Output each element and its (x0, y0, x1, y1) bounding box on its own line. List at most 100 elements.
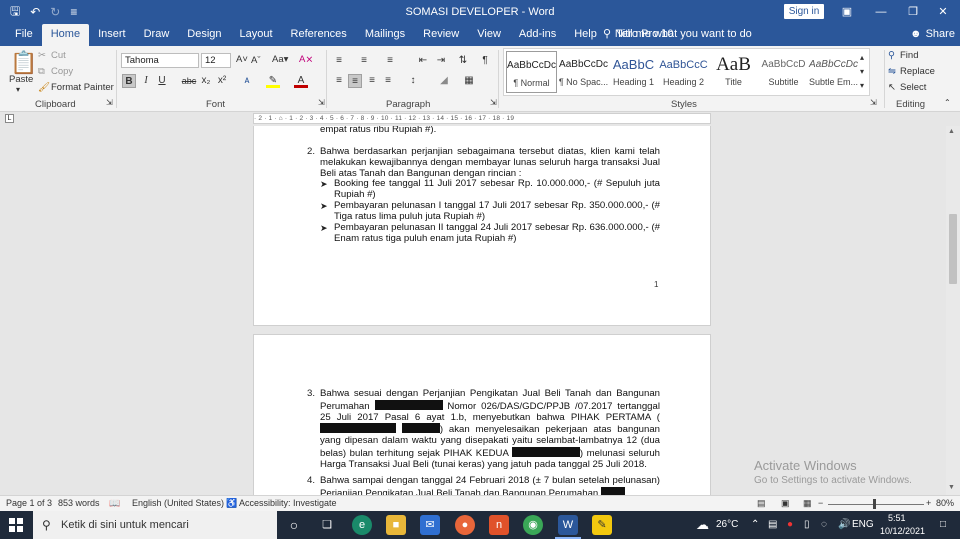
zoom-level[interactable]: 80% (936, 498, 954, 508)
format-painter-button[interactable]: Format Painter (51, 82, 114, 93)
paste-button[interactable]: Paste (9, 74, 33, 85)
web-layout-icon[interactable]: ▦ (803, 498, 812, 509)
document-canvas[interactable]: empat ratus ribu Rupiah #). 2. Bahwa ber… (0, 126, 946, 495)
strikethrough-button[interactable]: abc (180, 74, 198, 88)
save-icon[interactable]: 🖫 (10, 2, 20, 23)
style-subtitle[interactable]: AaBbCcD Subtitle (758, 51, 809, 93)
zoom-out-icon[interactable]: − (818, 498, 823, 508)
antivirus-icon[interactable]: ● (787, 511, 793, 539)
dialog-launcher-icon[interactable]: ⇲ (870, 98, 877, 107)
justify-icon[interactable]: ≡ (381, 74, 395, 88)
task-view-icon[interactable]: ❏ (317, 515, 337, 535)
sort-icon[interactable]: ⇅ (456, 54, 470, 68)
style-heading-1[interactable]: AaBbC Heading 1 (608, 51, 659, 93)
input-language[interactable]: ENG (852, 511, 874, 539)
horizontal-ruler[interactable]: · 2 · 1 · ⌂ · 1 · 2 · 3 · 4 · 5 · 6 · 7 … (253, 113, 711, 124)
style-subtle-emphasis[interactable]: AaBbCcDc Subtle Em... (808, 51, 859, 93)
subscript-button[interactable]: x₂ (199, 74, 213, 88)
page-2[interactable]: 3. Bahwa sesuai dengan Perjanjian Pengik… (253, 334, 711, 495)
paragraph-fragment[interactable]: empat ratus ribu Rupiah #). (320, 126, 660, 136)
replace-button[interactable]: Replace (900, 66, 935, 77)
tab-mailings[interactable]: Mailings (356, 24, 414, 46)
paragraph-2[interactable]: Bahwa berdasarkan perjanjian sebagaimana… (320, 146, 660, 179)
sticky-notes-icon[interactable]: ✎ (592, 515, 612, 535)
proofing-icon[interactable]: 📖 (109, 498, 120, 509)
minimize-icon[interactable]: — (864, 0, 898, 24)
undo-icon[interactable]: ↶ (30, 5, 40, 19)
close-icon[interactable]: ✕ (926, 0, 960, 24)
page-count[interactable]: Page 1 of 3 (6, 498, 52, 508)
chevron-down-icon[interactable]: ▾ (860, 67, 864, 76)
notifications-icon[interactable]: □ (940, 511, 946, 539)
zoom-in-icon[interactable]: + (926, 498, 931, 508)
read-mode-icon[interactable]: ▤ (757, 498, 766, 509)
italic-button[interactable]: I (139, 74, 153, 88)
tab-selector[interactable]: L (5, 114, 14, 123)
chevron-down-icon[interactable]: ▾ (16, 85, 20, 94)
tab-add-ins[interactable]: Add-ins (510, 24, 565, 46)
maximize-icon[interactable]: ❐ (896, 0, 930, 24)
style-heading-2[interactable]: AaBbCcC Heading 2 (658, 51, 709, 93)
nitro-icon[interactable]: n (489, 515, 509, 535)
bullet-item-2[interactable]: Pembayaran pelunasan I tanggal 17 Juli 2… (334, 200, 660, 223)
paragraph-4[interactable]: Bahwa sampai dengan tanggal 24 Februari … (320, 475, 660, 495)
select-button[interactable]: Select (900, 82, 926, 93)
word-icon[interactable]: W (558, 515, 578, 535)
word-count[interactable]: 853 words (58, 498, 100, 508)
tell-me-search[interactable]: ⚲ Tell me what you want to do (603, 24, 752, 46)
style-title[interactable]: AaB Title (708, 51, 759, 93)
underline-button[interactable]: U (155, 74, 169, 88)
font-size-select[interactable]: 12 (201, 53, 231, 68)
align-center-icon[interactable]: ≡ (348, 74, 362, 88)
edge-icon[interactable]: e (352, 515, 372, 535)
tab-layout[interactable]: Layout (231, 24, 282, 46)
clipboard-icon[interactable]: 📋 (10, 50, 37, 76)
taskbar-search[interactable]: ⚲ Ketik di sini untuk mencari (33, 511, 277, 539)
decrease-indent-icon[interactable]: ⇤ (416, 54, 430, 68)
find-button[interactable]: Find (900, 50, 918, 61)
style-no-spacing[interactable]: AaBbCcDc ¶ No Spac... (558, 51, 609, 93)
font-color-icon[interactable]: A (294, 74, 308, 88)
page-1[interactable]: empat ratus ribu Rupiah #). 2. Bahwa ber… (253, 126, 711, 326)
copy-button[interactable]: Copy (51, 66, 73, 77)
scroll-thumb[interactable] (949, 214, 957, 284)
vertical-scrollbar[interactable]: ▲ ▼ (946, 126, 960, 495)
scroll-down-icon[interactable]: ▼ (948, 484, 955, 491)
borders-icon[interactable]: ▦ (462, 74, 476, 88)
shrink-font-icon[interactable]: Aˇ (251, 55, 261, 66)
weather-temp[interactable]: 26°C (716, 511, 738, 539)
tab-help[interactable]: Help (565, 24, 606, 46)
tab-design[interactable]: Design (178, 24, 230, 46)
tab-draw[interactable]: Draw (135, 24, 179, 46)
cut-button[interactable]: Cut (51, 50, 66, 61)
zoom-slider[interactable] (828, 504, 924, 505)
volume-icon[interactable]: 🔊 (838, 511, 850, 539)
change-case-icon[interactable]: Aa▾ (272, 54, 288, 65)
grow-font-icon[interactable]: A˅ (236, 54, 248, 65)
multilevel-list-icon[interactable]: ≡ (383, 54, 397, 68)
bullet-item-3[interactable]: Pembayaran pelunasan II tanggal 24 Juli … (334, 222, 660, 245)
text-effects-icon[interactable]: ᴀ (240, 74, 254, 88)
align-left-icon[interactable]: ≡ (332, 74, 346, 88)
tab-insert[interactable]: Insert (89, 24, 135, 46)
sign-in-button[interactable]: Sign in (784, 4, 824, 19)
superscript-button[interactable]: x² (215, 74, 229, 88)
tab-references[interactable]: References (282, 24, 356, 46)
windows-start-icon[interactable] (9, 518, 23, 532)
chrome-icon[interactable]: ◉ (523, 515, 543, 535)
clear-formatting-icon[interactable]: A⨯ (299, 54, 313, 65)
redo-icon[interactable]: ↻ (50, 5, 60, 19)
language[interactable]: English (United States) (132, 498, 224, 508)
numbering-icon[interactable]: ≡ (357, 54, 371, 68)
battery-icon[interactable]: ▯ (804, 511, 810, 539)
print-layout-icon[interactable]: ▣ (781, 498, 790, 509)
more-styles-icon[interactable]: ▾ (860, 81, 864, 90)
ribbon-display-icon[interactable]: ▣ (830, 0, 864, 24)
cortana-icon[interactable]: ○ (284, 515, 304, 535)
align-right-icon[interactable]: ≡ (365, 74, 379, 88)
wifi-icon[interactable]: ◌ (821, 511, 827, 539)
tab-home[interactable]: Home (41, 24, 90, 46)
zoom-slider-thumb[interactable] (873, 499, 876, 509)
tab-file[interactable]: File (6, 24, 42, 46)
chevron-up-icon[interactable]: ▴ (860, 53, 864, 62)
